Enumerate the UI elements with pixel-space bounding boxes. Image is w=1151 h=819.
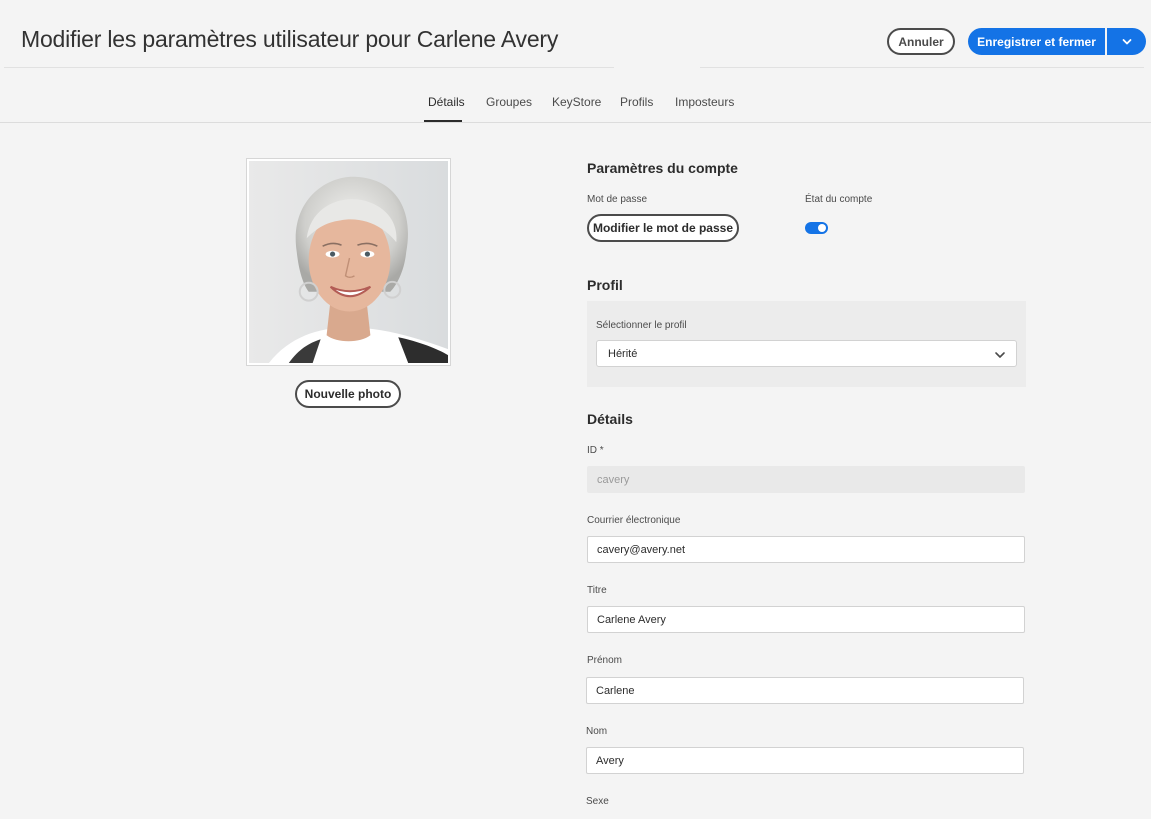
id-field: [587, 466, 1025, 493]
page-title: Modifier les paramètres utilisateur pour…: [21, 26, 559, 52]
change-password-button[interactable]: Modifier le mot de passe: [587, 214, 739, 242]
account-status-toggle[interactable]: [805, 222, 828, 234]
chevron-down-icon: [995, 352, 1005, 358]
save-options-dropdown-button[interactable]: [1107, 28, 1146, 55]
profile-select-value: Hérité: [608, 347, 638, 360]
user-photo-frame: [246, 158, 451, 366]
profile-select[interactable]: Hérité: [596, 340, 1017, 367]
account-settings-heading: Paramètres du compte: [587, 160, 738, 176]
password-label: Mot de passe: [587, 194, 648, 205]
chevron-down-icon: [1122, 38, 1131, 44]
lastname-field[interactable]: [586, 747, 1024, 774]
id-label: ID *: [587, 445, 604, 456]
tab-impersonators[interactable]: Imposteurs: [675, 95, 734, 109]
select-profile-label: Sélectionner le profil: [596, 320, 687, 331]
toggle-knob: [818, 224, 826, 232]
firstname-label: Prénom: [587, 655, 623, 666]
title-field[interactable]: [587, 606, 1025, 633]
header-divider: [4, 67, 614, 68]
cancel-button[interactable]: Annuler: [887, 28, 955, 55]
user-settings-page: Modifier les paramètres utilisateur pour…: [0, 0, 1151, 819]
tab-bar-divider: [0, 122, 1151, 123]
email-label: Courrier électronique: [587, 515, 681, 526]
firstname-field[interactable]: [586, 677, 1024, 704]
tab-keystore[interactable]: KeyStore: [552, 95, 601, 109]
profile-heading: Profil: [587, 277, 623, 293]
gender-label: Sexe: [586, 796, 609, 807]
tab-profiles[interactable]: Profils: [620, 95, 653, 109]
save-close-button[interactable]: Enregistrer et fermer: [968, 28, 1105, 55]
details-heading: Détails: [587, 411, 633, 427]
title-label: Titre: [587, 585, 607, 596]
lastname-label: Nom: [586, 726, 608, 737]
email-field[interactable]: [587, 536, 1025, 563]
save-close-button-group: Enregistrer et fermer: [968, 28, 1146, 55]
account-status-label: État du compte: [805, 194, 873, 205]
user-avatar-photo: [249, 161, 448, 363]
header-divider: [700, 67, 1144, 68]
new-photo-button[interactable]: Nouvelle photo: [295, 380, 401, 408]
tab-groups[interactable]: Groupes: [486, 95, 532, 109]
tab-details[interactable]: Détails: [428, 95, 465, 109]
